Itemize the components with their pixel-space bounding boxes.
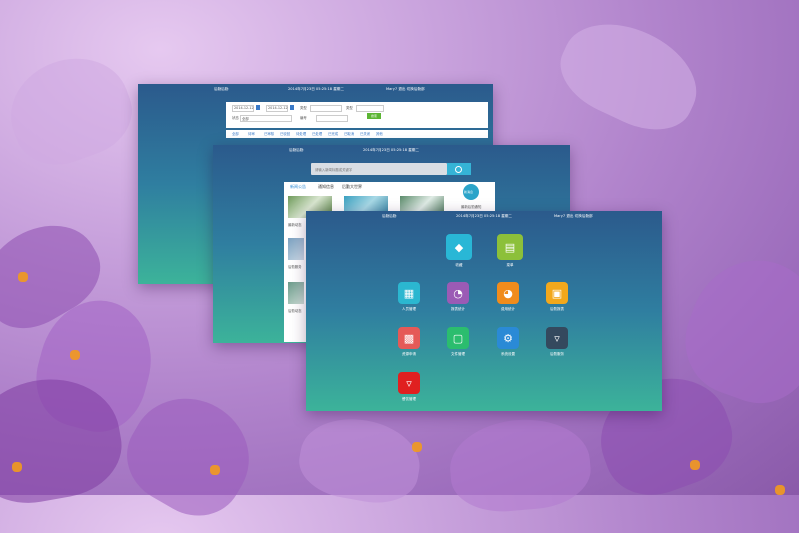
code-field[interactable] (316, 115, 348, 122)
card-icon: ▦ (403, 286, 415, 300)
window-title: 后勤后勤 (214, 87, 229, 91)
window-title: 后勤后勤 (382, 214, 397, 218)
user-info[interactable]: Mary7 退出 切换后勤部 (386, 87, 425, 92)
app-label: 文件管理 (451, 352, 465, 356)
user-info[interactable]: Mary7 退出 切换后勤部 (554, 214, 593, 219)
type-field[interactable] (310, 105, 342, 112)
code-label: 编号 (300, 116, 307, 120)
tab-world[interactable]: 后勤大世界 (342, 184, 362, 190)
news-thumb-4[interactable] (288, 238, 304, 260)
app-label: 报表统计 (451, 307, 465, 311)
calendar-icon[interactable] (256, 105, 260, 110)
app-file-manager[interactable]: ▢ (447, 327, 469, 349)
news-title[interactable]: 后勤服务 (288, 264, 302, 269)
tab-1[interactable]: 待审 (248, 131, 255, 136)
side-widget[interactable]: 新消息 最新后勤通知 (459, 182, 495, 212)
tab-4[interactable]: 待处理 (296, 131, 306, 136)
tab-5[interactable]: 已处理 (312, 131, 322, 136)
status-label: 状态 (232, 116, 239, 120)
app-settings[interactable]: ⚙ (497, 327, 519, 349)
window-title: 后勤后勤 (289, 148, 304, 152)
search-button[interactable]: 搜索 (367, 113, 381, 119)
news-thumb-5[interactable] (288, 282, 304, 304)
app-label: 后勤服务 (550, 352, 564, 356)
tab-notice[interactable]: 通知信息 (318, 184, 334, 190)
tag-icon: ◆ (454, 240, 464, 254)
app-catering[interactable]: ▿ (398, 372, 420, 394)
app-logistics-report[interactable]: ▣ (546, 282, 568, 304)
search-icon (455, 166, 462, 173)
pie-chart-icon: ◕ (503, 286, 513, 300)
tab-2[interactable]: 已审核 (264, 131, 274, 136)
news-title[interactable]: 后勤动态 (288, 308, 302, 313)
app-label: 人员管理 (402, 307, 416, 311)
app-label: 菜单 (506, 263, 514, 267)
app-label: 费用统计 (501, 307, 515, 311)
app-label: 收藏 (455, 263, 463, 267)
gear-icon: ⚙ (503, 331, 513, 345)
app-report-stats[interactable]: ◔ (447, 282, 469, 304)
document-icon: ▣ (551, 286, 563, 300)
side-badge: 新消息 (464, 190, 474, 194)
printer-icon: ▤ (504, 240, 516, 254)
search-form: 2014-12-12 2014-12-12 类型 类型 状态 全部 编号 搜索 (226, 102, 488, 128)
app-label: 系统设置 (501, 352, 515, 356)
calendar-icon[interactable] (290, 105, 294, 110)
app-label: 餐饮管理 (402, 397, 416, 401)
date-start-field[interactable]: 2014-12-12 (232, 105, 254, 112)
app-favorites[interactable]: ◆ (446, 234, 472, 260)
app-label: 后勤报表 (550, 307, 564, 311)
datetime: 2014年7月23日 05:25:18 星期二 (363, 148, 419, 152)
tab-news[interactable]: 新闻公告 (290, 184, 306, 190)
datetime: 2014年7月23日 05:25:18 星期二 (456, 214, 512, 218)
app-label: 资源申请 (402, 352, 416, 356)
status-tabs: 全部 待审 已审核 已驳回 待处理 已处理 已完成 已取消 已关闭 其他 (226, 130, 488, 138)
search-input[interactable]: 请输入新闻标题或关键字 (311, 163, 447, 175)
type-select[interactable] (356, 105, 384, 112)
app-staff[interactable]: ▦ (398, 282, 420, 304)
app-resource-request[interactable]: ▩ (398, 327, 420, 349)
pie-chart-icon: ◔ (453, 286, 463, 300)
app-menu[interactable]: ▤ (497, 234, 523, 260)
type-label: 类型 (300, 106, 307, 110)
side-text: 最新后勤通知 (461, 205, 482, 209)
cocktail-icon: ▿ (406, 376, 412, 390)
document-settings-icon: ▢ (452, 331, 464, 345)
search-button[interactable] (447, 163, 471, 175)
note-icon: ▩ (403, 331, 415, 345)
datetime: 2014年7月23日 05:25:18 星期二 (288, 87, 344, 91)
date-end-field[interactable]: 2014-12-12 (266, 105, 288, 112)
status-select[interactable]: 全部 (240, 115, 292, 122)
tab-3[interactable]: 已驳回 (280, 131, 290, 136)
cocktail-icon: ▿ (554, 331, 560, 345)
news-title[interactable]: 最新动态 (288, 222, 302, 227)
tab-6[interactable]: 已完成 (328, 131, 338, 136)
app-logistics-service[interactable]: ▿ (546, 327, 568, 349)
tab-9[interactable]: 其他 (376, 131, 383, 136)
tab-0[interactable]: 全部 (232, 131, 239, 136)
app-cost-stats[interactable]: ◕ (497, 282, 519, 304)
window-front[interactable]: 后勤后勤 2014年7月23日 05:25:18 星期二 Mary7 退出 切换… (306, 211, 662, 411)
tab-7[interactable]: 已取消 (344, 131, 354, 136)
type-label-2: 类型 (346, 106, 353, 110)
tab-8[interactable]: 已关闭 (360, 131, 370, 136)
